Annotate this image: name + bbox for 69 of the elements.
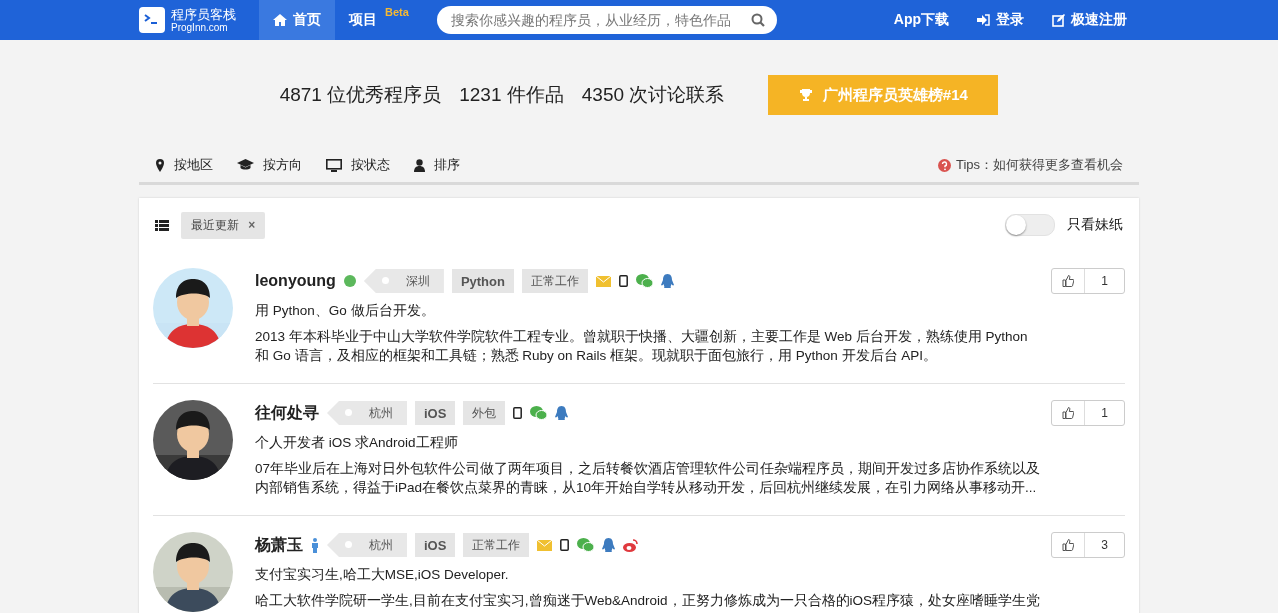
terminal-icon[interactable]: [139, 7, 165, 33]
thumbs-up-icon: [1062, 539, 1074, 551]
search-field[interactable]: 搜索你感兴趣的程序员，从业经历，特色作品: [436, 6, 777, 34]
filter-link[interactable]: 按地区: [155, 156, 213, 174]
mail-icon: [537, 539, 553, 551]
toggle-label: 只看妹纸: [1067, 216, 1123, 234]
work-status-tag: 正常工作: [521, 269, 588, 293]
profile-summary: 个人开发者 iOS 求Android工程师: [255, 434, 459, 452]
like-button[interactable]: 3: [1051, 532, 1125, 558]
list-icon[interactable]: [155, 219, 169, 231]
search-icon[interactable]: [750, 13, 765, 27]
trophy-icon: [798, 88, 813, 102]
penguin-icon: [660, 273, 674, 289]
profile-summary: 支付宝实习生,哈工大MSE,iOS Developer.: [255, 566, 510, 584]
profile-summary: 用 Python、Go 做后台开发。: [255, 302, 436, 320]
profile-bio: 07年毕业后在上海对日外包软件公司做了两年项目，之后转餐饮酒店管理软件公司任杂端程序员，期间开发过多店协作系统以及内部销售系统，得益于iPad在餐饮点菜界的青睐，从10年开始自学转从移动开发，后回杭州继续发展，在引力网络从事移动开...: [255, 460, 1042, 497]
person-icon: [311, 537, 319, 553]
monitor-icon: [326, 158, 342, 172]
filter-chip[interactable]: 最近更新 ×: [181, 211, 266, 239]
tips-link[interactable]: Tips：如何获得更多查看机会: [955, 156, 1123, 174]
city-tag: 深圳: [363, 269, 444, 293]
profile-bio: 2013 年本科毕业于中山大学软件学院软件工程专业。曾就职于快播、大疆创新，主要工作是 Web 后台开发，熟练使用 Python 和 Go 语言，及相应的框架和工具链；熟悉 Ruby on Rails 框架。现就职于面包旅行，用 Python 开发后台 API。: [255, 328, 1029, 365]
stat-text: 4871 位优秀程序员: [279, 83, 442, 107]
nav-tab[interactable]: 首页: [259, 0, 335, 40]
weibo-icon: [623, 538, 639, 552]
city-tag: 杭州: [327, 533, 407, 557]
toggle-switch[interactable]: [1005, 214, 1055, 236]
skill-tag: Python: [451, 269, 514, 293]
chat-bubbles-icon: [577, 538, 595, 552]
work-status-tag: 正常工作: [463, 533, 530, 557]
skill-tag: iOS: [415, 401, 456, 425]
like-button[interactable]: 1: [1051, 400, 1125, 426]
header-link[interactable]: 极速注册: [1052, 11, 1127, 29]
user-icon: [414, 158, 425, 172]
penguin-icon: [555, 405, 569, 421]
chat-bubbles-icon: [530, 406, 548, 420]
filter-link[interactable]: 排序: [414, 156, 460, 174]
profile-bio: 哈工大软件学院研一学生,目前在支付宝实习,曾痴迷于Web&Android，正努力修炼成为一只合格的iOS程序猿，处女座嗜睡学生党: [255, 592, 1042, 610]
user-name[interactable]: 往何处寻: [255, 402, 319, 424]
chat-bubbles-icon: [635, 274, 653, 288]
online-dot: [343, 275, 356, 287]
thumbs-up-icon: [1062, 275, 1074, 287]
phone-icon: [560, 539, 570, 551]
stat-text: 4350 次讨论联系: [581, 83, 725, 107]
site-name[interactable]: 程序员客栈: [171, 7, 236, 21]
header-link[interactable]: App下载: [893, 11, 949, 29]
filter-link[interactable]: 按方向: [237, 156, 302, 174]
skill-tag: iOS: [415, 533, 456, 557]
thumbs-up-icon: [1062, 407, 1074, 419]
nav-tab[interactable]: 项目 $^{Beta}$: [335, 0, 423, 40]
site-domain[interactable]: ProgInn.com: [171, 22, 236, 33]
user-name[interactable]: 杨萧玉: [255, 534, 303, 556]
city-tag: 杭州: [327, 401, 407, 425]
stat-text: 1231 件作品: [459, 83, 564, 107]
like-button[interactable]: 1: [1051, 268, 1125, 294]
user-name[interactable]: leonyoung: [255, 272, 336, 290]
graduation-cap-icon: [237, 159, 254, 171]
mail-icon: [595, 275, 611, 287]
work-status-tag: 外包: [463, 401, 506, 425]
phone-icon: [513, 407, 523, 419]
phone-icon: [618, 275, 628, 287]
edit-icon: [1052, 13, 1065, 27]
pin-icon: [155, 158, 165, 172]
login-icon: [977, 14, 990, 26]
header-link[interactable]: 登录: [977, 11, 1024, 29]
home-icon: [273, 14, 287, 26]
filter-link[interactable]: 按状态: [326, 156, 390, 174]
penguin-icon: [602, 537, 616, 553]
help-icon: [937, 158, 951, 172]
